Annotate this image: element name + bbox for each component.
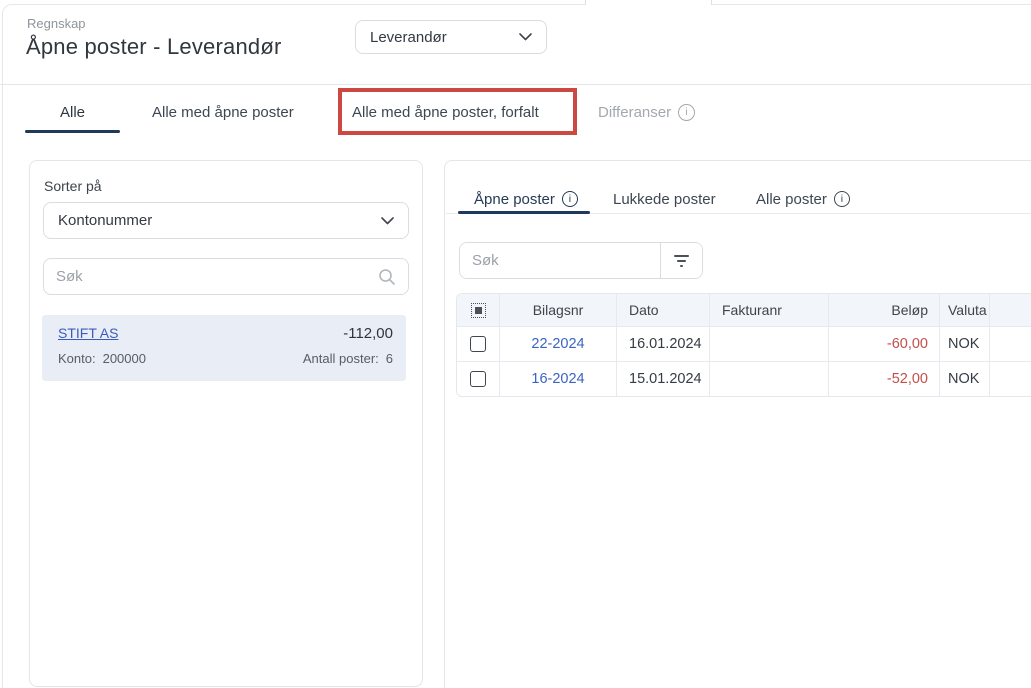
filter-button[interactable] [660,243,702,278]
fakturanr-cell [710,327,829,361]
col-fakturanr: Fakturanr [710,294,829,326]
supplier-list-item[interactable]: STIFT AS -112,00 Konto: 200000 Antall pos… [42,315,406,381]
supplier-konto: Konto: 200000 [58,351,146,366]
info-icon [678,103,696,121]
search-icon [378,268,396,286]
supplier-balance: -112,00 [343,325,393,342]
supplier-poster-count: Antall poster: 6 [303,351,393,366]
valuta-cell: NOK [940,362,990,396]
chevron-down-icon [519,33,532,41]
top-tab-notch-edge-right [711,0,712,5]
col-belop: Beløp [829,294,940,326]
valuta-cell: NOK [940,327,990,361]
breadcrumb: Regnskap [27,16,86,31]
tab-label: Differanser [598,103,672,121]
row-checkbox[interactable] [470,336,486,352]
table-row: 16-2024 15.01.2024 -52,00 NOK [457,361,1031,396]
tab-lukkede-poster[interactable]: Lukkede poster [613,186,716,212]
info-icon [561,191,578,207]
sort-label: Sorter på [44,178,102,194]
postings-table: Bilagsnr Dato Fakturanr Beløp Valuta 22-… [456,293,1031,397]
active-tab-underline [458,211,590,214]
postings-search-group [459,242,703,279]
top-tab-notch [585,3,712,7]
supplier-link[interactable]: STIFT AS [58,325,118,341]
tab-apne-poster[interactable]: Åpne poster [474,186,578,212]
tab-label: Åpne poster [474,190,555,208]
ledger-type-value: Leverandør [370,28,447,46]
konto-label: Konto: [58,351,96,366]
app-window: Regnskap Åpne poster - Leverandør Levera… [0,0,1031,688]
bilagsnr-link[interactable]: 22-2024 [531,336,584,352]
row-checkbox[interactable] [470,371,486,387]
sort-select[interactable]: Kontonummer [43,202,409,239]
table-row: 22-2024 16.01.2024 -60,00 NOK [457,326,1031,361]
belop-cell: -52,00 [829,362,940,396]
sort-select-value: Kontonummer [58,212,153,229]
tab-alle-med-apne-poster[interactable]: Alle med åpne poster [152,96,294,128]
page-title: Åpne poster - Leverandør [26,34,282,59]
supplier-search-input[interactable] [56,268,378,285]
tab-label: Alle poster [756,190,827,208]
red-highlight-annotation [338,88,577,135]
dato-cell: 15.01.2024 [617,362,710,396]
active-tab-underline [25,130,120,133]
dato-cell: 16.01.2024 [617,327,710,361]
table-header-row: Bilagsnr Dato Fakturanr Beløp Valuta [457,294,1031,326]
postings-search-input[interactable] [460,243,660,278]
info-icon [833,191,850,207]
col-dato: Dato [617,294,710,326]
ledger-type-dropdown[interactable]: Leverandør [355,20,547,54]
col-extra [990,294,1031,326]
postings-panel: Åpne poster Lukkede poster Alle poster [444,160,1031,688]
tab-label: Lukkede poster [613,190,716,208]
tab-alle-label: Alle [59,103,85,121]
col-valuta: Valuta [940,294,990,326]
tab-alle[interactable]: Alle [25,96,120,128]
poster-value: 6 [385,351,393,366]
select-all-cell[interactable] [457,294,500,326]
tab-label: Alle med åpne poster [152,103,294,121]
belop-cell: -60,00 [829,327,940,361]
select-all-icon [470,302,486,318]
poster-label: Antall poster: [302,351,379,366]
tab-alle-poster[interactable]: Alle poster [756,186,850,212]
col-bilagsnr: Bilagsnr [500,294,617,326]
fakturanr-cell [710,362,829,396]
konto-value: 200000 [102,351,146,366]
filter-icon [674,254,689,257]
supplier-search [43,258,409,295]
chevron-down-icon [381,216,394,225]
tab-differanser[interactable]: Differanser [598,96,696,128]
suppliers-panel: Sorter på Kontonummer STIFT AS -112,00 K… [29,160,423,687]
bilagsnr-link[interactable]: 16-2024 [531,371,584,387]
top-tab-notch-edge-left [585,0,586,5]
tabbar-divider [0,84,1031,85]
